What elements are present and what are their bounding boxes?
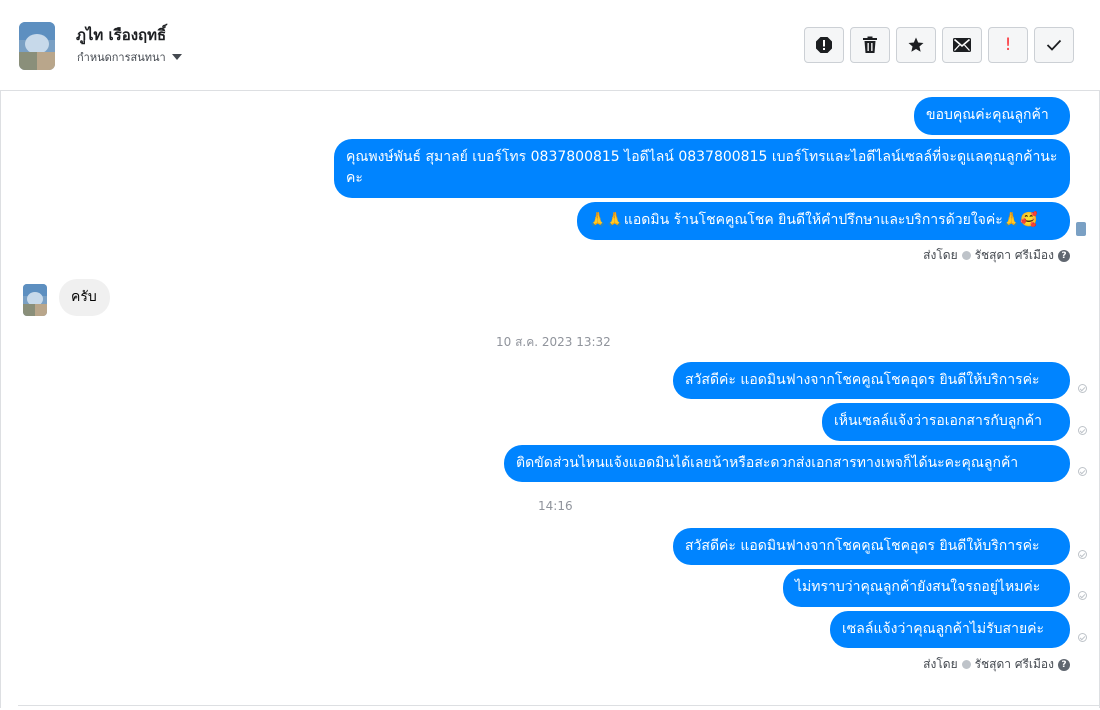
message-text: 🙏🙏แอดมิน ร้านโชคคูณโชค ยินดีให้คำปรึกษาแ… bbox=[589, 212, 1038, 228]
checkmark-icon bbox=[1046, 39, 1062, 51]
trash-icon bbox=[863, 36, 877, 53]
message-text: เซลล์แจ้งว่าคุณลูกค้าไม่รับสายค่ะ bbox=[842, 621, 1045, 637]
report-spam-button[interactable] bbox=[804, 27, 844, 63]
envelope-icon bbox=[953, 38, 971, 52]
message-bubble[interactable]: เห็นเซลล์แจ้งว่ารอเอกสารกับลูกค้า bbox=[822, 403, 1070, 441]
message-text: คุณพงษ์พันธ์ สุมาลย์ เบอร์โทร 0837800815… bbox=[346, 149, 1058, 186]
message-text: ติดขัดส่วนไหนแจ้งแอดมินได้เลยน้าหรือสะดว… bbox=[516, 455, 1019, 471]
sent-by-name[interactable]: รัชสุดา ศรีเมือง bbox=[975, 246, 1054, 265]
sent-by-prefix: ส่งโดย bbox=[923, 657, 958, 671]
mark-unread-button[interactable] bbox=[942, 27, 982, 63]
contact-avatar[interactable] bbox=[19, 22, 55, 70]
contact-avatar-small[interactable] bbox=[23, 284, 47, 316]
help-icon[interactable]: ? bbox=[1058, 249, 1070, 262]
priority-button[interactable]: ! bbox=[988, 27, 1028, 63]
delivered-check-icon bbox=[1078, 384, 1087, 393]
message-bubble[interactable]: คุณพงษ์พันธ์ สุมาลย์ เบอร์โทร 0837800815… bbox=[334, 139, 1070, 198]
header-actions: ! bbox=[804, 27, 1074, 63]
report-spam-icon bbox=[816, 37, 832, 53]
reply-composer-edge[interactable] bbox=[18, 705, 1100, 710]
message-bubble[interactable]: 🙏🙏แอดมิน ร้านโชคคูณโชค ยินดีให้คำปรึกษาแ… bbox=[577, 202, 1070, 240]
message-text: เห็นเซลล์แจ้งว่ารอเอกสารกับลูกค้า bbox=[834, 413, 1042, 429]
conversation-header: ภูไท เรืองฤทธิ์ กำหนดการสนทนา ! bbox=[0, 0, 1100, 91]
message-text: ขอบคุณค่ะคุณลูกค้า bbox=[926, 107, 1049, 123]
priority-icon: ! bbox=[1004, 35, 1012, 55]
incoming-message-bubble[interactable]: ครับ bbox=[59, 279, 110, 316]
sent-by-name[interactable]: รัชสุดา ศรีเมือง bbox=[975, 655, 1054, 674]
message-bubble[interactable]: ไม่ทราบว่าคุณลูกค้ายังสนใจรถอยู่ไหมค่ะ bbox=[783, 569, 1070, 607]
sent-by: ส่งโดย รัชสุดา ศรีเมือง ? bbox=[923, 655, 1070, 674]
message-bubble[interactable]: เซลล์แจ้งว่าคุณลูกค้าไม่รับสายค่ะ bbox=[830, 611, 1070, 648]
message-text: สวัสดีค่ะ แอดมินฟางจากโชคคูณโชคอุดร ยินด… bbox=[685, 538, 1040, 554]
contact-name[interactable]: ภูไท เรืองฤทธิ์ bbox=[76, 23, 166, 47]
agent-dot-icon bbox=[961, 251, 971, 260]
delivered-check-icon bbox=[1078, 550, 1087, 559]
delivered-check-icon bbox=[1078, 467, 1087, 476]
star-button[interactable] bbox=[896, 27, 936, 63]
agent-dot-icon bbox=[961, 660, 971, 669]
message-text: ครับ bbox=[71, 289, 97, 305]
caret-down-icon bbox=[171, 54, 182, 60]
message-text: สวัสดีค่ะ แอดมินฟางจากโชคคูณโชคอุดร ยินด… bbox=[685, 372, 1040, 388]
delete-button[interactable] bbox=[850, 27, 890, 63]
assign-conversation-dropdown[interactable]: กำหนดการสนทนา bbox=[77, 48, 182, 66]
timestamp: 14:16 bbox=[538, 499, 573, 513]
message-bubble[interactable]: สวัสดีค่ะ แอดมินฟางจากโชคคูณโชคอุดร ยินด… bbox=[673, 362, 1070, 399]
sent-by-prefix: ส่งโดย bbox=[923, 248, 958, 262]
message-bubble[interactable]: ขอบคุณค่ะคุณลูกค้า bbox=[914, 97, 1070, 135]
delivered-check-icon bbox=[1078, 426, 1087, 435]
sent-by: ส่งโดย รัชสุดา ศรีเมือง ? bbox=[923, 246, 1070, 265]
message-bubble[interactable]: ติดขัดส่วนไหนแจ้งแอดมินได้เลยน้าหรือสะดว… bbox=[504, 445, 1070, 482]
star-icon bbox=[908, 37, 924, 52]
delivered-check-icon bbox=[1078, 591, 1087, 600]
assign-label: กำหนดการสนทนา bbox=[77, 51, 166, 64]
mark-done-button[interactable] bbox=[1034, 27, 1074, 63]
seen-avatar bbox=[1076, 222, 1086, 236]
message-text: ไม่ทราบว่าคุณลูกค้ายังสนใจรถอยู่ไหมค่ะ bbox=[795, 579, 1041, 595]
timestamp: 10 ส.ค. 2023 13:32 bbox=[496, 335, 611, 349]
delivered-check-icon bbox=[1078, 633, 1087, 642]
message-bubble[interactable]: สวัสดีค่ะ แอดมินฟางจากโชคคูณโชคอุดร ยินด… bbox=[673, 528, 1070, 565]
help-icon[interactable]: ? bbox=[1058, 658, 1070, 671]
